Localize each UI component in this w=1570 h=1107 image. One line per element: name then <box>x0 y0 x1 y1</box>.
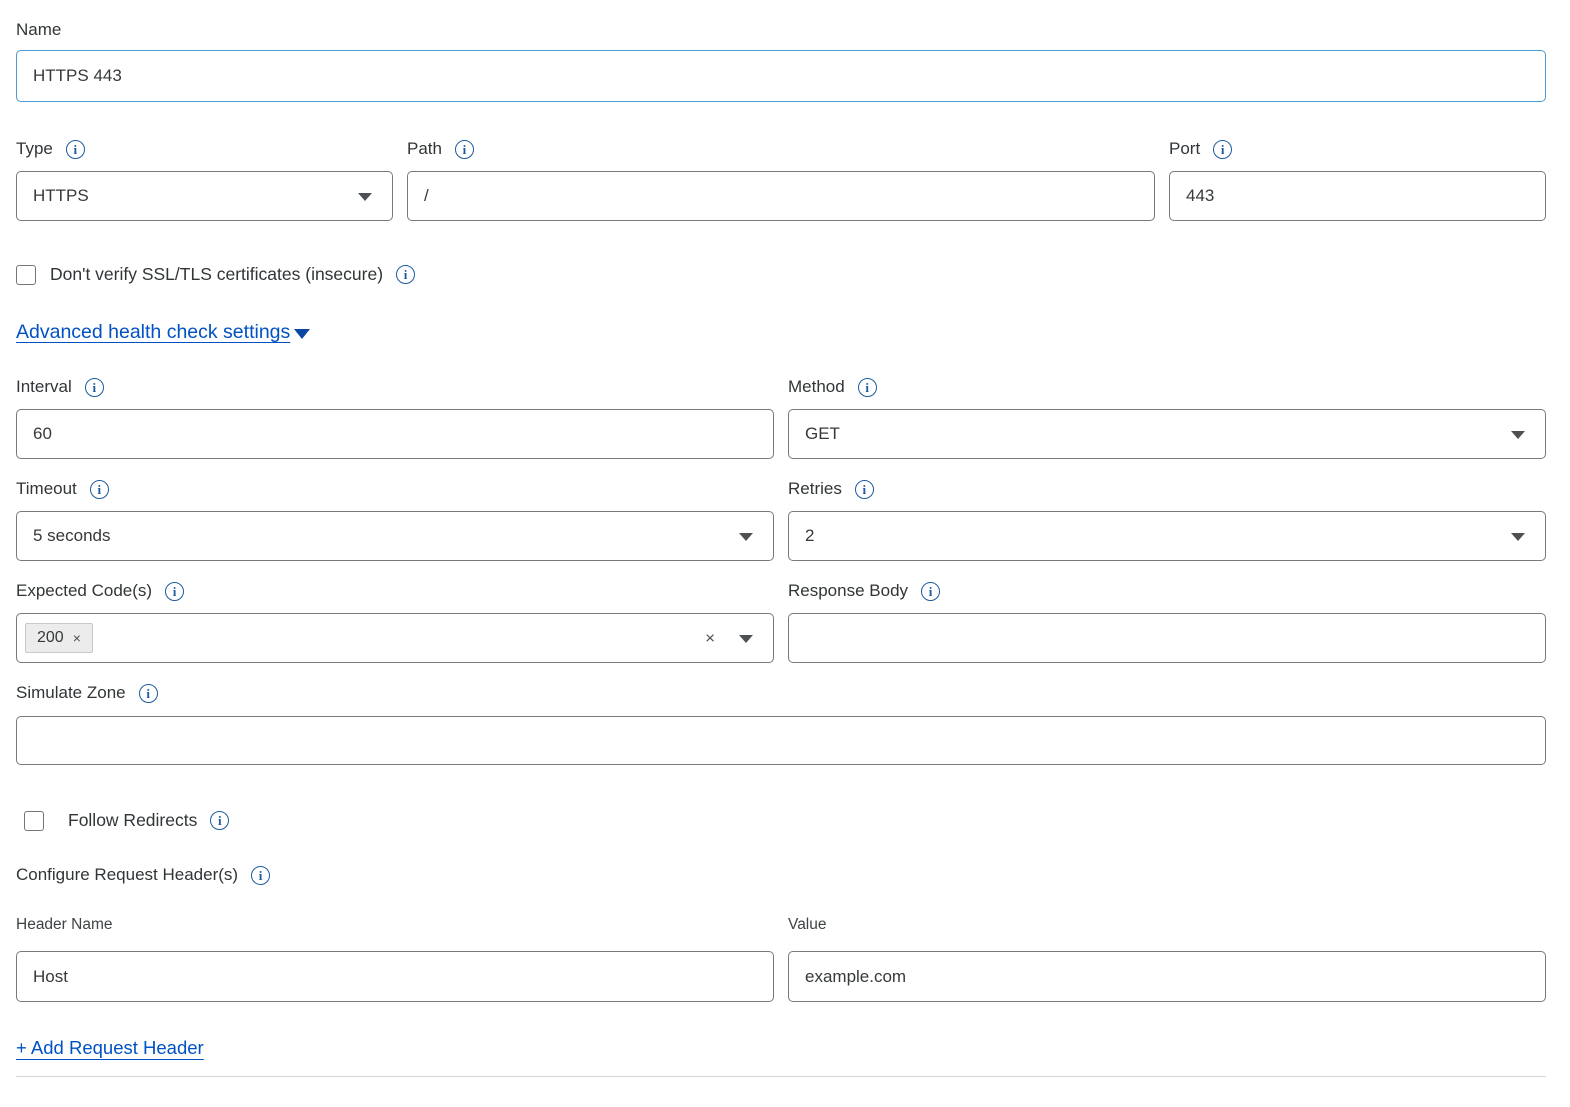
interval-field: Interval i <box>16 377 774 459</box>
advanced-settings-link[interactable]: Advanced health check settings <box>16 321 290 344</box>
simulate-zone-input[interactable] <box>16 716 1546 765</box>
port-input[interactable] <box>1169 171 1546 221</box>
name-label: Name <box>16 20 1546 40</box>
timeout-field: Timeout i 5 seconds <box>16 479 774 561</box>
type-field: Type i HTTPS <box>16 139 393 221</box>
info-icon[interactable]: i <box>855 480 874 499</box>
ssl-verify-checkbox[interactable] <box>16 265 36 285</box>
retries-field: Retries i 2 <box>788 479 1546 561</box>
simulate-zone-field: Simulate Zone i <box>16 683 1546 765</box>
info-icon[interactable]: i <box>1213 140 1232 159</box>
method-field: Method i GET <box>788 377 1546 459</box>
ssl-verify-label: Don't verify SSL/TLS certificates (insec… <box>50 264 383 285</box>
interval-input[interactable] <box>16 409 774 459</box>
response-body-label: Response Body <box>788 581 908 601</box>
type-select-value: HTTPS <box>33 186 89 206</box>
chevron-down-icon <box>739 533 753 541</box>
chevron-down-icon[interactable] <box>739 635 753 643</box>
ssl-verify-checkbox-row: Don't verify SSL/TLS certificates (insec… <box>16 264 1546 285</box>
header-value-label: Value <box>788 915 1546 934</box>
type-select[interactable]: HTTPS <box>16 171 393 221</box>
retries-select-value: 2 <box>805 526 814 546</box>
info-icon[interactable]: i <box>858 378 877 397</box>
retries-label: Retries <box>788 479 842 499</box>
info-icon[interactable]: i <box>85 378 104 397</box>
info-icon[interactable]: i <box>251 866 270 885</box>
follow-redirects-row: Follow Redirects i <box>16 810 1546 831</box>
configure-request-headers-label: Configure Request Header(s) <box>16 865 238 885</box>
info-icon[interactable]: i <box>210 811 229 830</box>
type-path-port-row: Type i HTTPS Path i Port i <box>16 139 1546 221</box>
expected-code-chip: 200 × <box>25 623 93 653</box>
header-name-input[interactable] <box>16 951 774 1002</box>
port-field: Port i <box>1169 139 1546 221</box>
chevron-down-icon <box>358 193 372 201</box>
info-icon[interactable]: i <box>139 684 158 703</box>
section-divider <box>16 1076 1546 1077</box>
chip-remove-icon[interactable]: × <box>73 631 81 645</box>
request-headers-section: Configure Request Header(s) i <box>16 865 1546 885</box>
advanced-settings-grid: Interval i Method i GET Timeout i 5 seco… <box>16 377 1546 663</box>
type-label: Type <box>16 139 53 159</box>
clear-all-icon[interactable]: × <box>705 630 715 647</box>
request-header-row: Header Name Value <box>16 915 1546 1002</box>
method-select-value: GET <box>805 424 840 444</box>
follow-redirects-checkbox[interactable] <box>24 811 44 831</box>
port-label: Port <box>1169 139 1200 159</box>
follow-redirects-label: Follow Redirects <box>68 810 197 831</box>
path-field: Path i <box>407 139 1155 221</box>
header-name-field: Header Name <box>16 915 774 1002</box>
chevron-down-icon <box>1511 431 1525 439</box>
name-field: Name <box>16 20 1546 102</box>
info-icon[interactable]: i <box>66 140 85 159</box>
timeout-select[interactable]: 5 seconds <box>16 511 774 561</box>
path-input[interactable] <box>407 171 1155 221</box>
name-input[interactable] <box>16 50 1546 102</box>
info-icon[interactable]: i <box>90 480 109 499</box>
timeout-select-value: 5 seconds <box>33 526 111 546</box>
timeout-label: Timeout <box>16 479 77 499</box>
info-icon[interactable]: i <box>921 582 940 601</box>
method-select[interactable]: GET <box>788 409 1546 459</box>
retries-select[interactable]: 2 <box>788 511 1546 561</box>
info-icon[interactable]: i <box>455 140 474 159</box>
chevron-down-icon <box>294 329 310 339</box>
expected-codes-multiselect[interactable]: 200 × × <box>16 613 774 663</box>
header-value-field: Value <box>788 915 1546 1002</box>
advanced-settings-toggle[interactable]: Advanced health check settings <box>16 321 1546 344</box>
response-body-field: Response Body i <box>788 581 1546 663</box>
info-icon[interactable]: i <box>165 582 184 601</box>
simulate-zone-label: Simulate Zone <box>16 683 126 703</box>
expected-code-chip-value: 200 <box>37 629 64 647</box>
expected-codes-label: Expected Code(s) <box>16 581 152 601</box>
add-request-header-link[interactable]: + Add Request Header <box>16 1037 204 1059</box>
response-body-input[interactable] <box>788 613 1546 663</box>
header-name-label: Header Name <box>16 915 774 934</box>
expected-codes-field: Expected Code(s) i 200 × × <box>16 581 774 663</box>
path-label: Path <box>407 139 442 159</box>
header-value-input[interactable] <box>788 951 1546 1002</box>
info-icon[interactable]: i <box>396 265 415 284</box>
method-label: Method <box>788 377 845 397</box>
chevron-down-icon <box>1511 533 1525 541</box>
interval-label: Interval <box>16 377 72 397</box>
